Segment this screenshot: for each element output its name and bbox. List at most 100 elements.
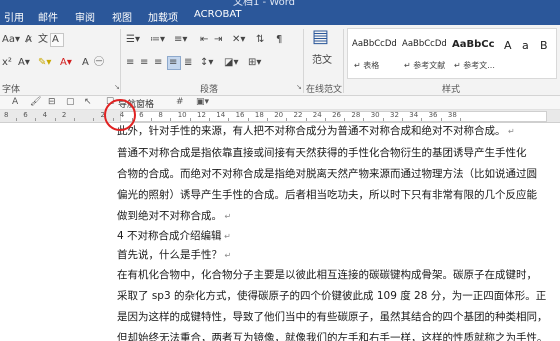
- align-center-icon[interactable]: ≡: [140, 57, 148, 69]
- line-text: 4 不对称合成介绍编辑: [117, 230, 222, 242]
- document-line[interactable]: 首先说，什么是手性？ ↵: [117, 248, 231, 263]
- tab-addins[interactable]: 加载项: [148, 9, 178, 24]
- ruler-tick: [459, 118, 461, 121]
- document-line[interactable]: 做到绝对不对称合成。 ↵: [117, 209, 231, 224]
- ruler-tick: [305, 118, 307, 121]
- hash-icon[interactable]: #: [176, 97, 184, 107]
- tab-references[interactable]: 引用: [4, 9, 24, 24]
- style-name: ↵ 参考文...: [454, 61, 495, 70]
- char-shading-icon[interactable]: A: [82, 57, 89, 69]
- ruler-tick: [16, 118, 17, 121]
- justify-icon: ≡: [169, 57, 178, 68]
- style-a-lower[interactable]: a: [522, 29, 534, 78]
- font-color-icon[interactable]: A▾: [60, 57, 72, 69]
- line-text: 在有机化合物中，化合物分子主要是以彼此相互连接的碳碳键构成骨架。碳原子在成键时，: [117, 269, 537, 281]
- line-text: 是因为这样的成键特性，导致了他们当中的有些碳原子，虽然其结合的四个基团的种类相同…: [117, 311, 548, 323]
- templates-label[interactable]: 范文: [312, 55, 332, 67]
- line-text: 但却始终无法重合，两者互为镜像，就像我们的左手和右手一样，这样的性质就称之为手性…: [117, 332, 548, 341]
- highlight-circle: [104, 99, 136, 131]
- style-name: ↵ 参考文献: [404, 61, 446, 70]
- document-line[interactable]: 采取了 sp3 的杂化方式，使得碳原子的四个价键彼此成 109 度 28 分，为…: [117, 289, 546, 303]
- ruler-tick: [324, 118, 326, 121]
- sort-icon[interactable]: ⇅: [256, 34, 264, 46]
- line-text: 合物的合成。而绝对不对称合成是指绝对脱离天然产物来源而通过物理方法（比如说通过圆: [117, 168, 537, 180]
- font-size-label[interactable]: A: [12, 97, 18, 107]
- document-line[interactable]: 但却始终无法重合，两者互为镜像，就像我们的左手和右手一样，这样的性质就称之为手性…: [117, 331, 548, 341]
- document-line[interactable]: 普通不对称合成是指依靠直接或间接有天然获得的手性化合物衍生的基团诱导产生手性化: [117, 146, 527, 160]
- style-group-label: 样式: [442, 85, 461, 95]
- shading-icon[interactable]: ◪▾: [224, 57, 238, 69]
- paragraph-mark: ↵: [222, 212, 232, 221]
- ruler-tick-label: 6: [139, 111, 144, 119]
- decrease-indent-icon[interactable]: ⇤: [200, 34, 208, 46]
- ruler-tick-label: 36: [428, 111, 438, 119]
- tab-review[interactable]: 审阅: [75, 9, 95, 24]
- ruler-tick: [440, 118, 442, 121]
- distributed-icon[interactable]: ≣: [184, 57, 192, 69]
- style-table[interactable]: AaBbCcDd ↵ 表格: [352, 29, 398, 78]
- templates-icon[interactable]: ▤: [312, 28, 329, 46]
- text-effects-icon[interactable]: A▾: [18, 57, 30, 69]
- style-a-upper[interactable]: A: [504, 29, 516, 78]
- style-reference-2[interactable]: AaBbCc ↵ 参考文...: [452, 29, 498, 78]
- style-toc-heading[interactable]: B: [540, 29, 556, 78]
- borders-icon[interactable]: ⊞▾: [248, 57, 261, 69]
- ruler-tick: [266, 118, 268, 121]
- bullets-icon[interactable]: ☰▾: [126, 34, 140, 46]
- ruler-tick: [402, 118, 403, 121]
- align-right-icon[interactable]: ≡: [154, 57, 162, 69]
- tab-view[interactable]: 视图: [112, 9, 132, 24]
- online-templates-group-label: 在线范文: [306, 85, 343, 95]
- format-painter-icon[interactable]: 🖌: [30, 97, 41, 107]
- cursor-icon[interactable]: ↖: [84, 97, 92, 107]
- document-line[interactable]: 在有机化合物中，化合物分子主要是以彼此相互连接的碳碳键构成骨架。碳原子在成键时，: [117, 268, 537, 282]
- show-marks-icon[interactable]: ¶: [276, 34, 282, 46]
- enclose-char-icon[interactable]: ㊀: [94, 57, 104, 69]
- ruler-tick-label: 4: [42, 111, 48, 119]
- document-line[interactable]: 是因为这样的成键特性，导致了他们当中的有些碳原子，虽然其结合的四个基团的种类相同…: [117, 310, 548, 324]
- ruler-tick: [421, 118, 423, 121]
- ruler-tick: [247, 118, 249, 121]
- line-spacing-icon[interactable]: ↕▾: [200, 57, 213, 69]
- ruler-tick: [189, 118, 191, 121]
- superscript-icon[interactable]: x²: [2, 57, 12, 69]
- multilevel-list-icon[interactable]: ≡▾: [174, 34, 187, 46]
- style-preview: AaBbCc: [452, 39, 495, 50]
- style-preview: A: [504, 39, 512, 52]
- ruler-tick: [151, 118, 153, 121]
- document-line[interactable]: 合物的合成。而绝对不对称合成是指绝对脱离天然产物来源而通过物理方法（比如说通过圆: [117, 167, 537, 181]
- ruler-tick: [93, 118, 95, 121]
- paragraph-dialog-launcher-icon[interactable]: ↘: [296, 83, 302, 91]
- document-line[interactable]: 偏光的照射）诱导产生手性的合成。后者相当吃功夫，所以时下只有非常有限的几个反应能: [117, 188, 537, 202]
- style-name: ↵ 表格: [354, 61, 380, 70]
- chinese-layout-icon[interactable]: ✕▾: [232, 34, 245, 46]
- tab-mailings[interactable]: 邮件: [38, 9, 58, 24]
- ruler-tick: [170, 118, 172, 121]
- align-left-icon[interactable]: ≡: [126, 57, 134, 69]
- table-icon[interactable]: ⊟: [48, 97, 56, 107]
- line-text: 此外，针对手性的来源，有人把不对称合成分为普通不对称合成和绝对不对称合成。: [117, 125, 506, 137]
- phonetic-icon[interactable]: 文: [38, 34, 48, 46]
- highlight-icon[interactable]: ✎▾: [38, 57, 51, 69]
- quick-toolbar: A 🖌 ⊟ ▢ ↖ ☐ 导航窗格 # ▣▾: [0, 96, 560, 110]
- change-case-icon[interactable]: Aa▾: [2, 34, 20, 46]
- numbering-icon[interactable]: ≔▾: [150, 34, 165, 46]
- box-icon[interactable]: ▢: [66, 97, 75, 107]
- paragraph-group-label: 段落: [200, 85, 219, 95]
- horizontal-ruler[interactable]: 8 6 4 2 2 4 6 8 10 12 14 16 18 20 22 24 26 28 30 32 34 36 38: [0, 110, 560, 123]
- tab-acrobat[interactable]: ACROBAT: [194, 9, 242, 20]
- ruler-tick: [54, 118, 56, 121]
- document-line[interactable]: 此外，针对手性的来源，有人把不对称合成分为普通不对称合成和绝对不对称合成。 ↵: [117, 124, 515, 139]
- style-preview: B: [540, 39, 548, 52]
- increase-indent-icon[interactable]: ⇥: [214, 34, 222, 46]
- style-reference[interactable]: AaBbCcDd ↵ 参考文献: [402, 29, 448, 78]
- line-text: 做到绝对不对称合成。: [117, 210, 222, 222]
- font-group-label: 字体: [2, 85, 21, 95]
- ribbon: Aa▾ A̷ 文 A x² A▾ ✎▾ A▾ A ㊀ 字体 ↘ ☰▾ ≔▾ ≡▾…: [0, 25, 560, 96]
- font-dialog-launcher-icon[interactable]: ↘: [114, 83, 120, 91]
- clear-format-icon[interactable]: A̷: [25, 34, 32, 46]
- document-line[interactable]: 4 不对称合成介绍编辑 ↵: [117, 229, 231, 244]
- save-icon[interactable]: ▣▾: [196, 97, 209, 107]
- word-window: 文档1 - Word 引用 邮件 审阅 视图 加载项 ACROBAT Aa▾ A…: [0, 0, 560, 341]
- ruler-tick-label: 18: [254, 111, 264, 119]
